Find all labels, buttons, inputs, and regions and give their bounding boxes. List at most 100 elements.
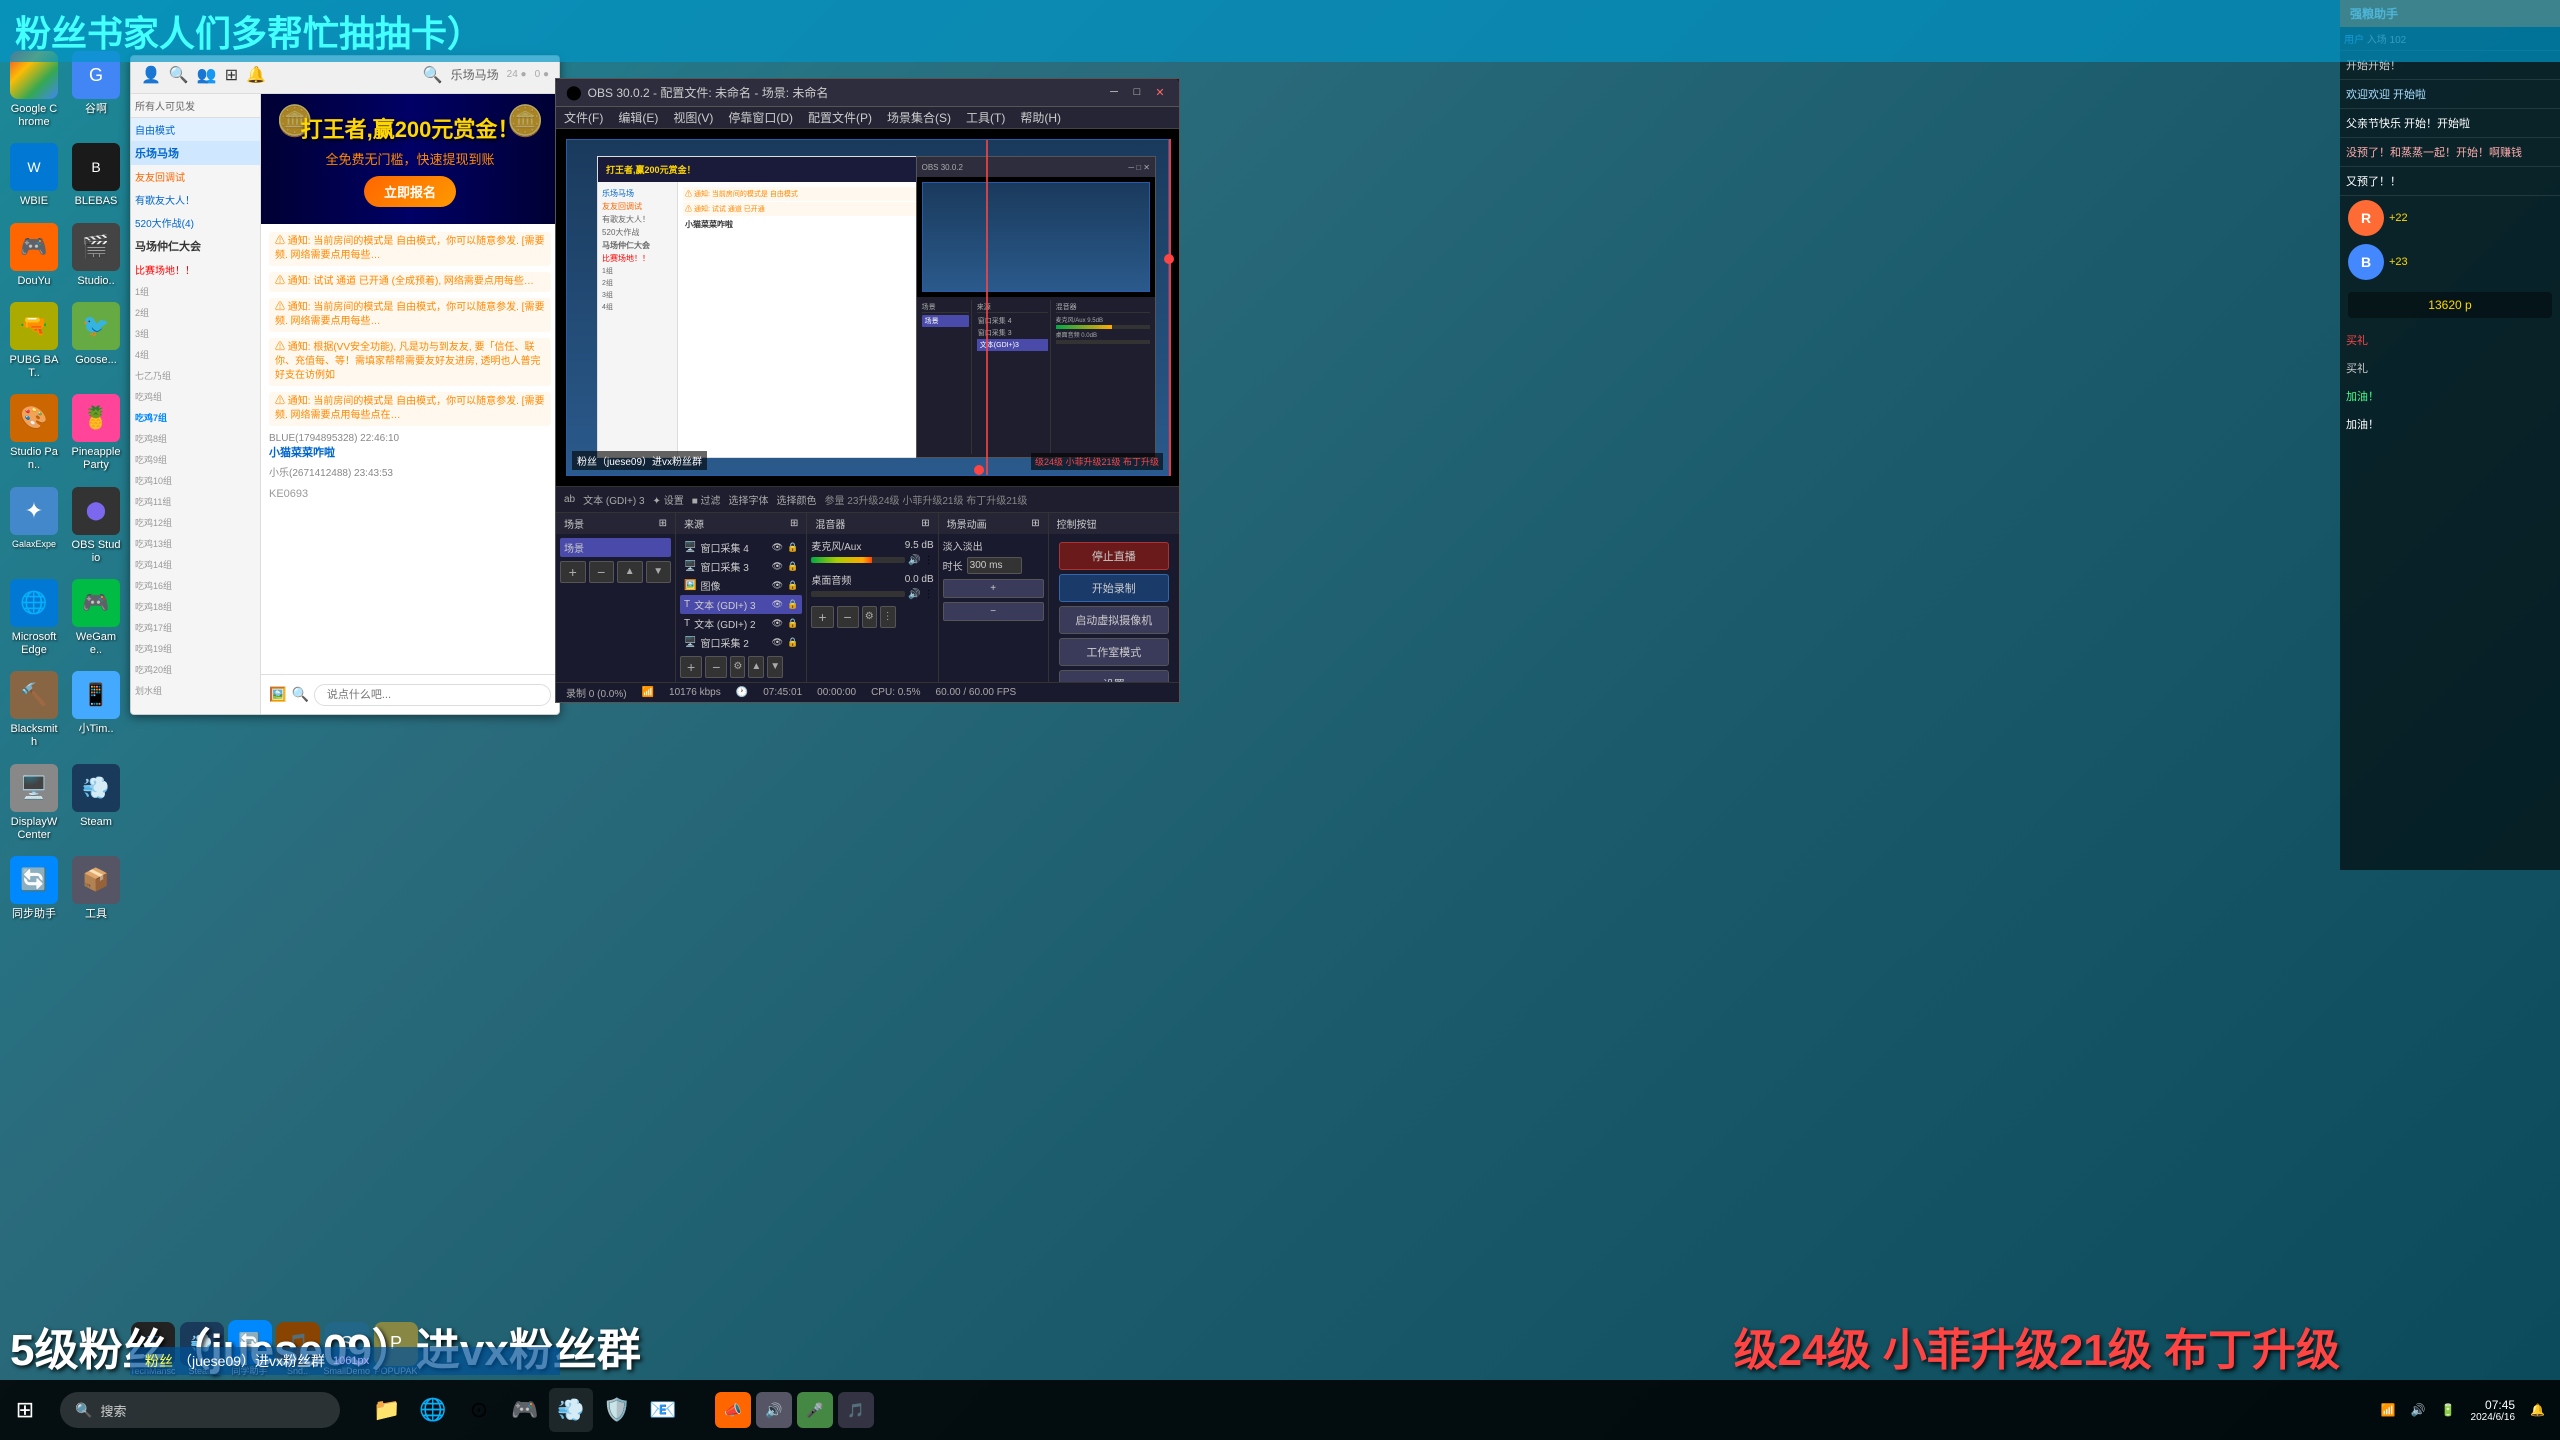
taskbar-clock[interactable]: 07:45 2024/6/16 — [2471, 1398, 2516, 1423]
tray-volume-icon[interactable]: 🔊 — [2411, 1403, 2426, 1417]
obs-font-picker[interactable]: 选择字体 — [729, 492, 769, 507]
icon-pineapple[interactable]: 🍍 Pineapple Party — [67, 388, 125, 478]
taskbar-icon-chrome[interactable]: ⊙ — [457, 1388, 501, 1432]
remove-mixer-btn[interactable]: − — [837, 606, 859, 628]
source-item-6[interactable]: 🖥️窗口采集 2 👁🔒 — [680, 633, 802, 652]
start-button[interactable]: ⊞ — [0, 1380, 50, 1440]
tray-notification-btn[interactable]: 🔔 — [2530, 1403, 2545, 1417]
add-source-btn[interactable]: + — [680, 656, 702, 678]
icon-extra[interactable]: 📦 工具 — [67, 850, 125, 927]
chat-1: BLUE(1794895328) 22:46:10 小猫菜菜咋啦 — [269, 432, 551, 461]
sidebar-item-free[interactable]: 自由模式 — [131, 118, 260, 141]
icon-sync[interactable]: 🔄 同步助手 — [5, 850, 63, 927]
start-record-btn[interactable]: 开始录制 — [1059, 574, 1169, 602]
icon-galaexpe[interactable]: ✦ GalaxExpe — [5, 481, 63, 571]
obs-menu-help[interactable]: 帮助(H) — [1020, 109, 1061, 126]
icon-obs-studio[interactable]: ⬤ OBS Studio — [67, 481, 125, 571]
sidebar-item-race[interactable]: 比赛场地！！ — [131, 258, 260, 281]
remove-scene-btn[interactable]: − — [589, 561, 615, 583]
obs-settings-btn[interactable]: ✦ 设置 — [653, 492, 684, 507]
obs-menu-dock[interactable]: 停靠窗口(D) — [728, 109, 793, 126]
obs-menu-profile[interactable]: 配置文件(P) — [808, 109, 872, 126]
add-mixer-btn[interactable]: + — [811, 606, 833, 628]
mic-mute-btn[interactable]: 🔊 — [908, 555, 920, 566]
source-item-2[interactable]: 🖥️窗口采集 3 👁🔒 — [680, 557, 802, 576]
icon-wbie[interactable]: W WBIE — [5, 137, 63, 214]
taskbar-icon-explorer[interactable]: 📁 — [365, 1388, 409, 1432]
stop-stream-btn[interactable]: 停止直播 — [1059, 542, 1169, 570]
icon-timjing[interactable]: 📱 小Tim.. — [67, 665, 125, 755]
obs-menu-collection[interactable]: 场景集合(S) — [887, 109, 951, 126]
icon-studio2[interactable]: 🎬 Studio.. — [67, 217, 125, 294]
icon-displayw[interactable]: 🖥️ DisplayW Center — [5, 758, 63, 848]
icon-pubg[interactable]: 🔫 PUBG BAT.. — [5, 296, 63, 386]
right-chat-panel: 强粮助手 用户 入场 102 开始开始！ 欢迎欢迎 开始啦 父亲节快乐 开始！开… — [2340, 0, 2560, 870]
icon-blacksmith[interactable]: 🔨 Blacksmith — [5, 665, 63, 755]
taskbar-icon-misc2[interactable]: 📧 — [641, 1388, 685, 1432]
icon-douyu[interactable]: 🎮 DouYu — [5, 217, 63, 294]
source-up-btn[interactable]: ▲ — [748, 656, 764, 678]
mixer-more-btn[interactable]: ⋮ — [880, 606, 896, 628]
source-down-btn[interactable]: ▼ — [767, 656, 783, 678]
sidebar-item-event[interactable]: 520大作战(4) — [131, 211, 260, 234]
sidebar-item-friends[interactable]: 有歌友大人！ — [131, 188, 260, 211]
stream-input-field[interactable] — [314, 684, 551, 706]
taskbar-avatar-4[interactable]: 🎵 — [838, 1392, 874, 1428]
obs-close-btn[interactable]: ✕ — [1151, 83, 1169, 101]
icon-goose[interactable]: 🐦 Goose... — [67, 296, 125, 386]
desktop-settings-btn[interactable]: ⋮ — [924, 589, 934, 600]
studio-mode-btn[interactable]: 工作室模式 — [1059, 638, 1169, 666]
stream-sidebar: 所有人可见发 自由模式 乐场马场 友友回调试 有歌友大人！ 520大作战(4) … — [131, 94, 261, 714]
sidebar-item-main[interactable]: 乐场马场 — [131, 141, 260, 165]
virtual-cam-btn[interactable]: 启动虚拟摄像机 — [1059, 606, 1169, 634]
remove-source-btn[interactable]: − — [705, 656, 727, 678]
source-item-4[interactable]: T文本 (GDI+) 3 👁🔒 — [680, 595, 802, 614]
filter-source-btn[interactable]: ⚙ — [730, 656, 745, 678]
taskbar-avatar-3[interactable]: 🎤 — [797, 1392, 833, 1428]
obs-audio-filter[interactable]: ■ 过滤 — [692, 492, 721, 507]
icon-studio-pan[interactable]: 🎨 Studio Pan.. — [5, 388, 63, 478]
source-item-3[interactable]: 🖼️图像 👁🔒 — [680, 576, 802, 595]
source-item-1[interactable]: 🖥️窗口采集 4 👁🔒 — [680, 538, 802, 557]
add-scene-btn[interactable]: + — [560, 561, 586, 583]
settings-btn[interactable]: 设置 — [1059, 670, 1169, 682]
taskbar-avatar-1[interactable]: 📣 — [715, 1392, 751, 1428]
obs-menu-view[interactable]: 视图(V) — [673, 109, 713, 126]
sidebar-item-horse[interactable]: 马场仲仁大会 — [131, 234, 260, 258]
user-avatar-1: R — [2348, 200, 2384, 236]
tray-battery-icon: 🔋 — [2441, 1403, 2456, 1417]
obs-statusbar: 录制 0 (0.0%) 📶 10176 kbps 🕐 07:45:01 00:0… — [556, 682, 1179, 702]
obs-menu-file[interactable]: 文件(F) — [564, 109, 603, 126]
stream-chat-overlay: 粉丝 （juese09）进vx粉丝群 1061px — [130, 1347, 560, 1375]
user-avatar-2: B — [2348, 244, 2384, 280]
signup-button[interactable]: 立即报名 — [364, 176, 456, 207]
transition-remove-btn[interactable]: − — [943, 602, 1044, 621]
scene-down-btn[interactable]: ▼ — [646, 561, 672, 583]
icon-microsoft-edge[interactable]: 🌐 Microsoft Edge — [5, 573, 63, 663]
obs-menu-edit[interactable]: 编辑(E) — [618, 109, 658, 126]
transition-add-btn[interactable]: + — [943, 579, 1044, 598]
icon-blebas[interactable]: B BLEBAS — [67, 137, 125, 214]
obs-maximize-btn[interactable]: □ — [1128, 83, 1146, 101]
obs-minimize-btn[interactable]: ─ — [1105, 83, 1123, 101]
obs-menu-tools[interactable]: 工具(T) — [966, 109, 1005, 126]
mixer-settings-btn[interactable]: ⚙ — [862, 606, 877, 628]
taskbar-icon-steam2[interactable]: 💨 — [549, 1388, 593, 1432]
taskbar-avatar-2[interactable]: 🔊 — [756, 1392, 792, 1428]
taskbar-icon-edge[interactable]: 🌐 — [411, 1388, 455, 1432]
desktop-mute-btn[interactable]: 🔊 — [908, 589, 920, 600]
transition-duration[interactable] — [967, 557, 1022, 574]
icon-wegame[interactable]: 🎮 WeGame.. — [67, 573, 125, 663]
sidebar-item-debug[interactable]: 友友回调试 — [131, 165, 260, 188]
notice-3: ⚠ 通知: 当前房间的模式是 自由模式，你可以随意参发. [需要频. 网络需要点… — [269, 298, 551, 332]
icon-steam[interactable]: 💨 Steam — [67, 758, 125, 848]
desktop-icons-area: Google Chrome G 谷啊 W WBIE B BLEBAS 🎮 Dou… — [0, 40, 130, 1420]
taskbar-search[interactable]: 🔍 搜索 — [60, 1392, 340, 1428]
mic-settings-btn[interactable]: ⋮ — [924, 555, 934, 566]
obs-color-picker[interactable]: 选择颜色 — [777, 492, 817, 507]
scene-item-1[interactable]: 场景 — [560, 538, 671, 557]
scene-up-btn[interactable]: ▲ — [617, 561, 643, 583]
source-item-5[interactable]: T文本 (GDI+) 2 👁🔒 — [680, 614, 802, 633]
taskbar-icon-game[interactable]: 🎮 — [503, 1388, 547, 1432]
taskbar-icon-misc1[interactable]: 🛡️ — [595, 1388, 639, 1432]
